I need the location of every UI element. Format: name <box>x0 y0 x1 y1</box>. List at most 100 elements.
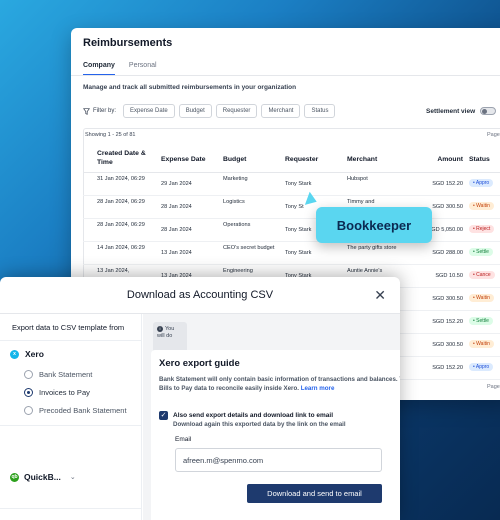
tabs: Company Personal <box>83 62 157 75</box>
col-status[interactable]: Status <box>469 155 490 164</box>
filter-bar: Filter by: Expense Date Budget Requester… <box>83 104 336 118</box>
status-pill: • Settle <box>469 317 493 325</box>
status-pill: • Appro <box>469 179 494 187</box>
col-created[interactable]: Created Date & Time <box>97 149 157 167</box>
radio-icon <box>24 370 33 379</box>
tab-company[interactable]: Company <box>83 62 115 75</box>
sidebar-divider <box>0 508 142 509</box>
option-invoices-to-pay[interactable]: Invoices to Pay <box>24 388 90 397</box>
option-bank-statement[interactable]: Bank Statement <box>24 370 92 379</box>
option-label: Precoded Bank Statement <box>39 406 127 415</box>
table-row[interactable]: 31 Jan 2024, 06:29 29 Jan 2024 Marketing To… <box>83 173 500 196</box>
email-label: Email <box>175 436 192 443</box>
filter-status[interactable]: Status <box>304 104 336 118</box>
cell-requester: Tony Stark <box>285 227 312 233</box>
cell-amount: SGD 300.50 <box>432 342 463 348</box>
status-text: Waitin <box>476 341 490 347</box>
status-pill: • Waitin <box>469 294 494 302</box>
checkbox-label: Also send export details and download li… <box>173 412 333 419</box>
table-row[interactable]: 28 Jan 2024, 06:29 28 Jan 2024 Operations T… <box>83 219 500 242</box>
sidebar-divider <box>0 425 142 426</box>
export-main: i You will do Xero export guide Bank Stat… <box>143 314 400 520</box>
send-email-checkbox-row[interactable]: ✓ Also send export details and download … <box>159 411 346 429</box>
cell-amount: SGD 152.20 <box>432 365 463 371</box>
status-badge: • Waitin <box>469 340 494 348</box>
filter-expense-date[interactable]: Expense Date <box>123 104 175 118</box>
table-header: Created Date & Time Expense Date Budget … <box>83 145 500 173</box>
table-row[interactable]: 28 Jan 2024, 06:29 28 Jan 2024 Logistics To… <box>83 196 500 219</box>
status-text: Cance <box>476 272 491 278</box>
download-csv-dialog: Download as Accounting CSV ✕ Export data… <box>0 277 400 520</box>
page-description: Manage and track all submitted reimburse… <box>83 84 297 91</box>
provider-xero[interactable]: x Xero <box>10 349 44 359</box>
option-label: Bank Statement <box>39 370 93 379</box>
cell-requester: Tony St <box>285 204 304 210</box>
status-badge: • Appro <box>469 363 494 371</box>
dialog-header: Download as Accounting CSV ✕ <box>0 277 400 314</box>
cell-amount: SGD 300.50 <box>432 296 463 302</box>
settlement-view: Settlement view <box>426 107 497 115</box>
xero-export-guide: Xero export guide Bank Statement will on… <box>151 350 400 520</box>
cell-created: 13 Jan 2024, <box>97 268 130 274</box>
status-badge: • Reject <box>469 225 495 233</box>
col-budget[interactable]: Budget <box>223 155 283 164</box>
pagination-label: Page <box>487 132 500 138</box>
status-pill: • Cance <box>469 271 495 279</box>
filter-icon <box>83 107 90 115</box>
option-precoded-bank-statement[interactable]: Precoded Bank Statement <box>24 406 127 415</box>
provider-quickbooks[interactable]: qb QuickB... ⌄ <box>10 472 76 482</box>
cell-created: 31 Jan 2024, 06:29 <box>97 176 145 182</box>
status-text: Waitin <box>476 203 490 209</box>
cell-created: 28 Jan 2024, 06:29 <box>97 222 145 228</box>
guide-text: Bank Statement will only contain basic i… <box>159 375 400 393</box>
table-row[interactable]: 14 Jan 2024, 06:29 13 Jan 2024 CEO's secre… <box>83 242 500 265</box>
export-sidebar: Export data to CSV template from x Xero … <box>0 314 142 520</box>
cell-created: 14 Jan 2024, 06:29 <box>97 245 145 251</box>
radio-selected-icon <box>24 388 33 397</box>
status-badge: • Waitin <box>469 202 494 210</box>
cell-requester: Tony Stark <box>285 181 312 187</box>
col-requester[interactable]: Requester <box>285 155 318 164</box>
close-icon[interactable]: ✕ <box>374 287 386 304</box>
status-text: Reject <box>476 226 491 232</box>
status-pill: • Waitin <box>469 340 494 348</box>
status-text: Settle <box>476 249 489 255</box>
status-text: Settle <box>476 318 489 324</box>
status-badge: • Settle <box>469 248 493 256</box>
cell-requester: Tony Stark <box>285 250 312 256</box>
cell-amount: SGD 152.20 <box>432 181 463 187</box>
radio-icon <box>24 406 33 415</box>
col-amount[interactable]: Amount <box>403 155 463 164</box>
col-expense[interactable]: Expense Date <box>161 155 206 164</box>
filter-label-group: Filter by: <box>83 107 116 115</box>
settlement-view-toggle[interactable] <box>480 107 497 115</box>
tab-personal[interactable]: Personal <box>129 62 157 75</box>
tab-divider <box>71 75 500 76</box>
provider-xero-label: Xero <box>25 349 44 359</box>
bookkeeper-badge: Bookkeeper <box>316 207 432 243</box>
cell-amount: SGD 152.20 <box>432 319 463 325</box>
cell-budget: Engineering <box>223 268 253 274</box>
cell-budget: CEO's secret budget <box>223 245 275 251</box>
cell-budget: Logistics <box>223 199 245 205</box>
status-badge: • Waitin <box>469 294 494 302</box>
checkbox-checked-icon[interactable]: ✓ <box>159 411 168 420</box>
cell-expense: 28 Jan 2024 <box>161 227 192 233</box>
page-title: Reimbursements <box>83 37 173 49</box>
guide-body: Bank Statement will only contain basic i… <box>159 376 400 392</box>
cell-expense: 28 Jan 2024 <box>161 204 192 210</box>
pagination-summary: Showing 1 - 25 of 81 <box>85 132 136 138</box>
learn-more-link[interactable]: Learn more <box>301 385 335 392</box>
status-pill: • Appro <box>469 363 494 371</box>
download-send-button[interactable]: Download and send to email <box>247 484 382 503</box>
status-text: Appro <box>475 180 490 186</box>
option-label: Invoices to Pay <box>39 388 90 397</box>
status-text: Appro <box>475 364 490 370</box>
filter-requester[interactable]: Requester <box>215 104 258 118</box>
status-pill: • Waitin <box>469 202 494 210</box>
sidebar-divider <box>0 340 142 341</box>
pagination-label-bottom: Page <box>487 384 500 390</box>
filter-merchant[interactable]: Merchant <box>261 104 301 118</box>
filter-budget[interactable]: Budget <box>178 104 212 118</box>
email-field[interactable] <box>175 448 382 472</box>
